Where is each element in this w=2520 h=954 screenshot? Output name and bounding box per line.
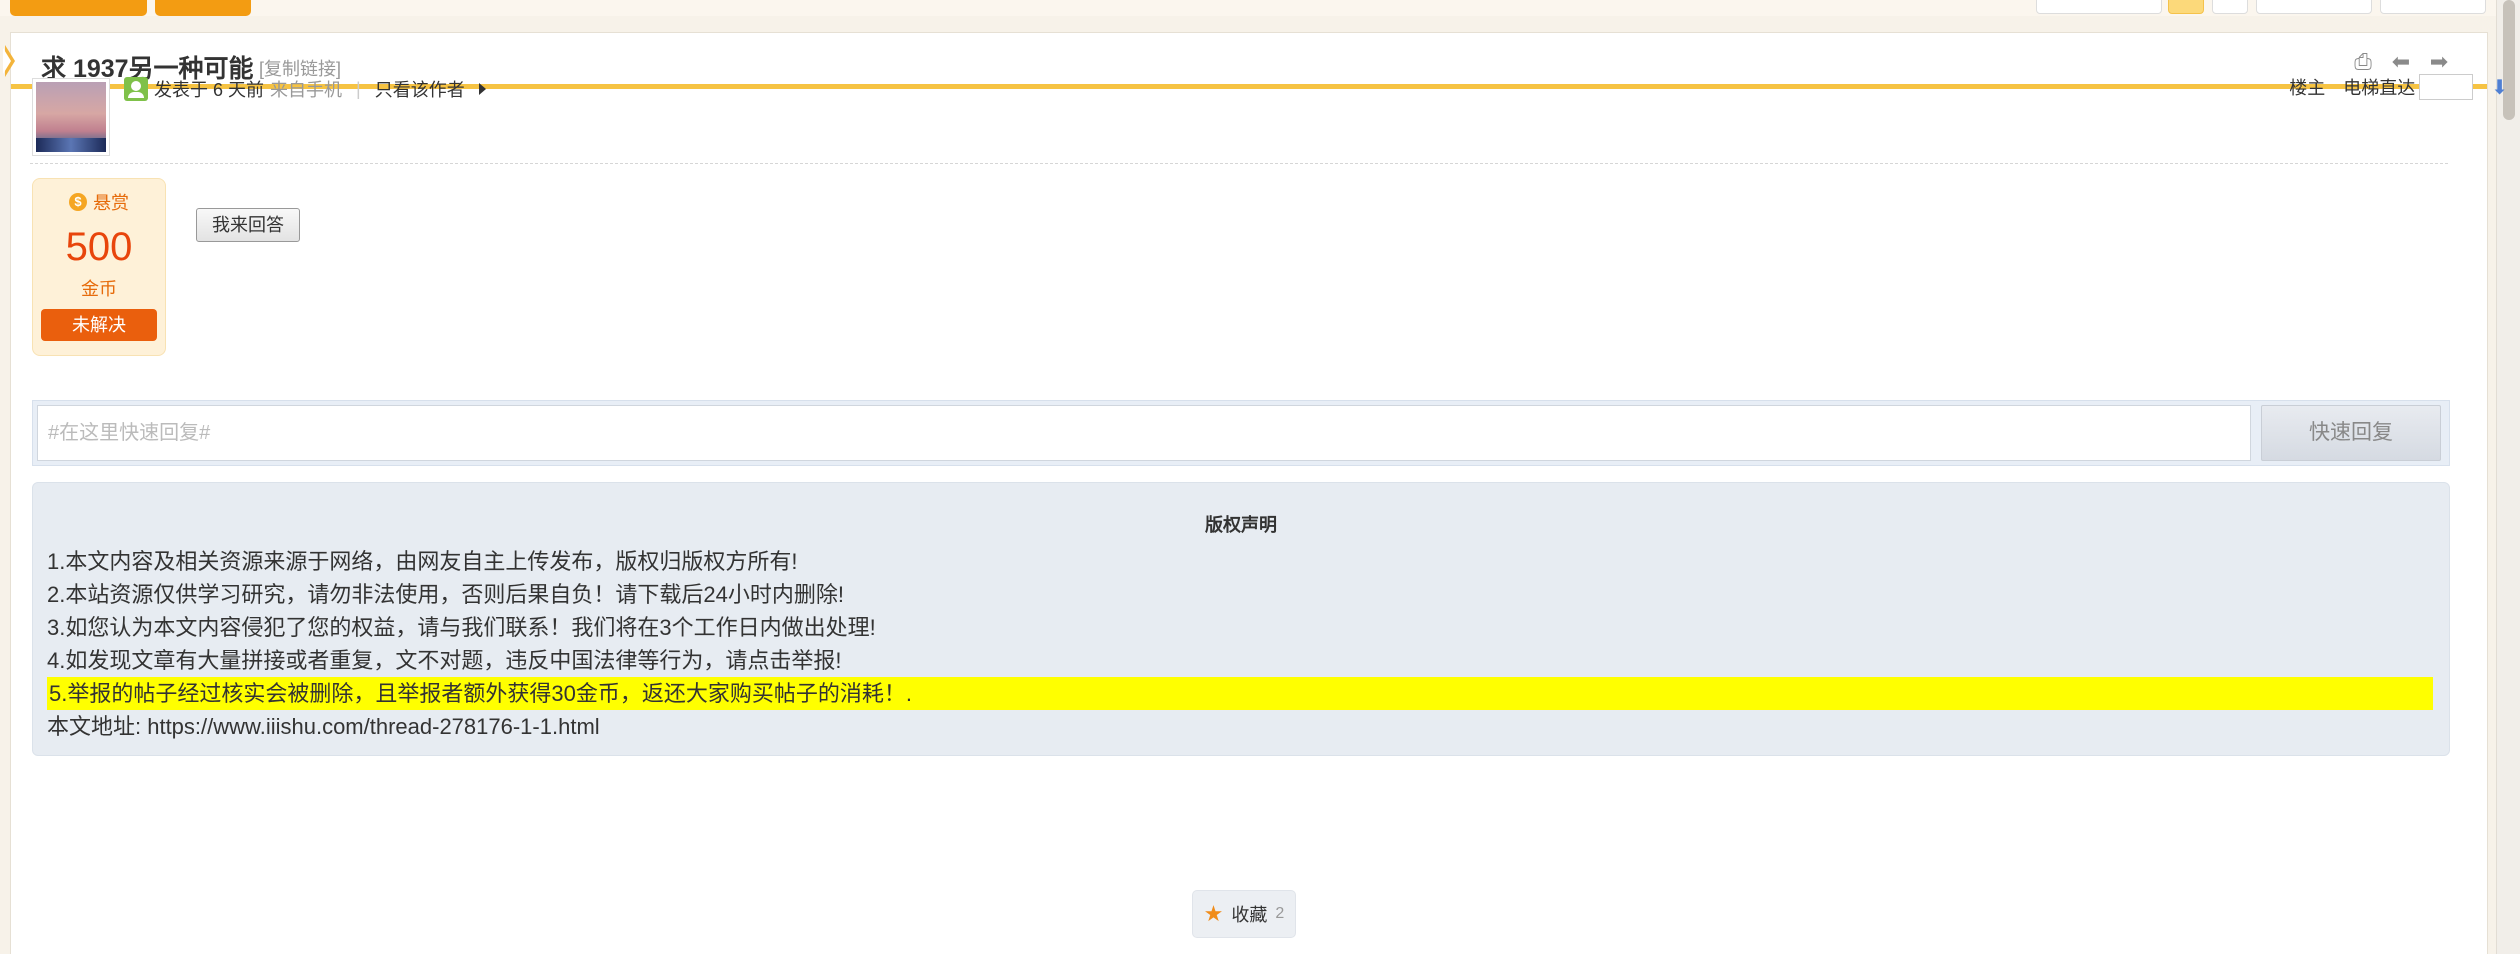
reply-button[interactable]	[155, 0, 251, 16]
reward-label: 悬赏	[93, 193, 129, 213]
post-source: 来自手机	[270, 80, 343, 100]
reward-header: $ 悬赏	[33, 189, 165, 215]
favorite-count: 2	[1275, 905, 1285, 922]
floor-jump-input[interactable]	[2419, 74, 2474, 100]
reward-box: $ 悬赏 500 金币 未解决	[32, 178, 166, 356]
title-marker	[3, 45, 15, 77]
back-to-list-button[interactable]	[2036, 0, 2162, 14]
floor-label: 楼主	[2289, 78, 2326, 98]
top-toolbar	[0, 0, 2520, 16]
coin-icon: $	[69, 193, 87, 211]
user-online-icon	[124, 77, 148, 101]
copyright-line: 3.如您认为本文内容侵犯了您的权益，请与我们联系！我们将在3个工作日内做出处理!	[47, 615, 876, 640]
copyright-line: 2.本站资源仅供学习研究，请勿非法使用，否则后果自负！请下载后24小时内删除!	[47, 582, 844, 607]
post-meta: 发表于 6 天前 来自手机 | 只看该作者	[124, 76, 486, 102]
reward-unit: 金币	[81, 279, 117, 299]
page-current[interactable]	[2168, 0, 2204, 14]
avatar-image	[36, 82, 106, 152]
meta-separator: |	[356, 78, 361, 99]
copyright-line-highlighted: 5.举报的帖子经过核实会被删除，且举报者额外获得30金币，返还大家购买帖子的消耗…	[47, 677, 2433, 710]
divider	[30, 163, 2448, 164]
floor-nav: 楼主 电梯直达 ⬇	[2289, 74, 2508, 100]
page-jump[interactable]	[2256, 0, 2372, 14]
quick-reply-button[interactable]: 快速回复	[2261, 405, 2441, 461]
title-icon-group: ⎙ ⬅ ➡	[2351, 51, 2451, 73]
copyright-heading: 版权声明	[1205, 515, 1277, 535]
post-time: 发表于 6 天前	[154, 80, 265, 100]
scrollbar-thumb[interactable]	[2503, 0, 2515, 120]
next-thread-icon[interactable]: ➡	[2427, 51, 2451, 73]
copyright-notice: 版权声明 1.本文内容及相关资源来源于网络，由网友自主上传发布，版权归版权方所有…	[32, 482, 2450, 756]
copyright-line: 1.本文内容及相关资源来源于网络，由网友自主上传发布，版权归版权方所有!	[47, 549, 798, 574]
author-only-link[interactable]: 只看该作者	[375, 76, 465, 102]
jump-arrow-icon[interactable]: ⬇	[2491, 75, 2508, 100]
print-icon[interactable]: ⎙	[2351, 51, 2375, 73]
prev-thread-icon[interactable]: ⬅	[2389, 51, 2413, 73]
star-icon: ★	[1203, 901, 1224, 926]
quick-reply-input[interactable]: #在这里快速回复#	[37, 405, 2251, 461]
vertical-scrollbar[interactable]	[2496, 0, 2520, 954]
avatar[interactable]	[32, 78, 110, 156]
page-link[interactable]	[2212, 0, 2248, 14]
next-page-button[interactable]	[2380, 0, 2486, 14]
copyright-line-report[interactable]: 4.如发现文章有大量拼接或者重复，文不对题，违反中国法律等行为，请点击举报!	[47, 644, 841, 677]
caret-right-icon	[478, 83, 486, 95]
post-new-button[interactable]	[10, 0, 147, 16]
reward-amount: 500	[65, 225, 133, 269]
reward-status-badge: 未解决	[41, 309, 157, 341]
answer-button[interactable]: 我来回答	[196, 208, 300, 242]
thread-url[interactable]: 本文地址: https://www.iiishu.com/thread-2781…	[47, 710, 600, 743]
favorite-label: 收藏	[1231, 905, 1268, 925]
favorite-button[interactable]: ★ 收藏 2	[1192, 890, 1296, 938]
quick-reply-bar: #在这里快速回复# 快速回复	[32, 400, 2450, 466]
jump-label: 电梯直达	[2343, 78, 2416, 98]
